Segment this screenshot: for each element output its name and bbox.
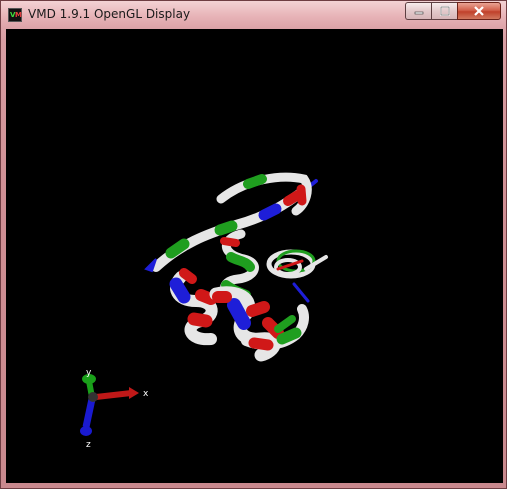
axes-indicator: x y z: [80, 368, 149, 450]
vmd-window: VM VMD 1.9.1 OpenGL Display x y z: [0, 0, 507, 489]
maximize-icon: [439, 6, 450, 16]
x-axis-cone: [129, 387, 139, 399]
minimize-button[interactable]: [405, 2, 431, 20]
axes-origin: [88, 392, 98, 402]
z-axis-shaft: [82, 398, 96, 428]
z-axis-label: z: [86, 440, 91, 450]
opengl-display-viewport[interactable]: x y z: [6, 29, 503, 483]
window-title: VMD 1.9.1 OpenGL Display: [28, 7, 191, 21]
minimize-icon: [414, 11, 423, 15]
y-axis-label: y: [86, 368, 92, 378]
close-button[interactable]: [457, 2, 501, 20]
x-axis-label: x: [143, 389, 149, 399]
title-bar[interactable]: VM VMD 1.9.1 OpenGL Display: [1, 1, 506, 29]
vmd-app-icon[interactable]: VM: [8, 8, 22, 22]
x-axis-shaft: [95, 390, 132, 400]
z-axis-cone: [80, 426, 92, 436]
maximize-button[interactable]: [431, 2, 457, 20]
close-icon: [474, 6, 484, 16]
molecule-render: x y z: [80, 172, 328, 450]
window-controls: [405, 2, 501, 21]
protein-cartoon: [144, 172, 328, 362]
